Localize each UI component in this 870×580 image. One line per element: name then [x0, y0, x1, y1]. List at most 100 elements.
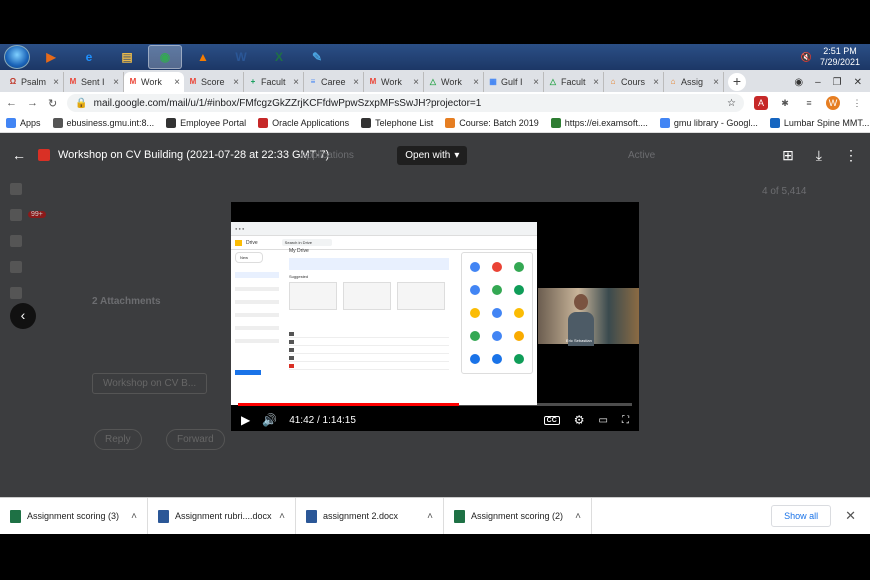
download-item[interactable]: Assignment scoring (2) ˄ — [444, 497, 592, 535]
browser-tab[interactable]: △ Work × — [424, 72, 484, 92]
bookmark-item[interactable]: https://ei.examsoft.... — [550, 118, 648, 128]
profile-avatar[interactable]: W — [826, 96, 840, 110]
taskbar-word-icon[interactable]: W — [224, 45, 258, 69]
bookmark-item[interactable]: Telephone List — [361, 118, 433, 128]
browser-tab[interactable]: M Score × — [184, 72, 244, 92]
taskbar-file-explorer-icon[interactable]: ▤ — [110, 45, 144, 69]
browser-tab[interactable]: M Work × — [364, 72, 424, 92]
tab-close-icon[interactable]: × — [473, 77, 479, 88]
tab-close-icon[interactable]: × — [533, 77, 539, 88]
miniplayer-icon[interactable]: ▭ — [599, 415, 608, 426]
browser-tab[interactable]: ▦ Gulf I × — [484, 72, 544, 92]
browser-tab[interactable]: + Facult × — [244, 72, 304, 92]
bookmark-item[interactable]: gmu library - Googl... — [659, 118, 758, 128]
browser-tab[interactable]: Ω Psalm × — [4, 72, 64, 92]
bookmark-label: Employee Portal — [180, 118, 247, 128]
show-all-button[interactable]: Show all — [771, 505, 832, 527]
minimize-icon[interactable]: – — [815, 77, 821, 88]
taskbar-chrome-icon[interactable]: ◉ — [148, 45, 182, 69]
captions-icon[interactable]: CC — [543, 415, 560, 425]
taskbar-vlc-icon[interactable]: ▲ — [186, 45, 220, 69]
google-apps-grid — [461, 252, 533, 374]
taskbar-excel-icon[interactable]: X — [262, 45, 296, 69]
tab-close-icon[interactable]: × — [53, 77, 59, 88]
bookmark-favicon-icon — [166, 118, 177, 128]
forward-icon[interactable]: → — [27, 97, 38, 109]
download-options-icon[interactable]: ˄ — [131, 511, 137, 522]
browser-tab[interactable]: ⌂ Cours × — [604, 72, 664, 92]
extensions-icon[interactable]: ✱ — [778, 96, 792, 110]
xlsx-file-icon — [454, 509, 465, 523]
video-progress-bar[interactable] — [238, 403, 632, 406]
download-options-icon[interactable]: ˄ — [575, 511, 581, 522]
playlist-icon[interactable]: ≡ — [802, 96, 816, 110]
download-options-icon[interactable]: ˄ — [279, 511, 285, 522]
bookmark-item[interactable]: Apps — [6, 118, 41, 128]
tab-close-icon[interactable]: × — [293, 77, 299, 88]
browser-tab[interactable]: M Sent I × — [64, 72, 124, 92]
download-options-icon[interactable]: ˄ — [427, 511, 433, 522]
browser-tab[interactable]: ≡ Caree × — [304, 72, 364, 92]
tab-close-icon[interactable]: × — [413, 77, 419, 88]
bookmarks-bar: Apps ebusiness.gmu.int:8... Employee Porta… — [0, 114, 870, 133]
tab-close-icon[interactable]: × — [653, 77, 659, 88]
bookmark-item[interactable]: ebusiness.gmu.int:8... — [52, 118, 154, 128]
fullscreen-icon[interactable]: ⛶ — [622, 415, 629, 426]
download-item[interactable]: assignment 2.docx ˄ — [296, 497, 444, 535]
video-player[interactable]: ● ● ● Drive Search in Drive New My Drive… — [231, 202, 639, 431]
previous-attachment-button[interactable]: ‹ — [10, 303, 36, 329]
tab-close-icon[interactable]: × — [353, 77, 359, 88]
start-button[interactable] — [4, 45, 30, 69]
tab-close-icon[interactable]: × — [113, 77, 119, 88]
download-icon[interactable]: ⤓ — [816, 147, 822, 164]
close-window-icon[interactable]: ✕ — [854, 77, 862, 88]
tab-search-icon[interactable]: ◉ — [794, 77, 803, 88]
pdf-extension-icon[interactable]: A — [754, 96, 768, 110]
new-tab-button[interactable]: + — [728, 73, 746, 91]
bookmark-item[interactable]: Lumbar Spine MMT... — [769, 118, 869, 128]
back-icon[interactable]: ← — [6, 97, 17, 109]
volume-muted-icon[interactable]: 🔇 — [801, 52, 812, 63]
viewer-title: Workshop on CV Building (2021-07-28 at 2… — [58, 149, 330, 161]
drive-sidebar: New — [231, 248, 283, 398]
system-tray: 🔇 2:51 PM 7/29/2021 — [801, 46, 870, 68]
bookmark-favicon-icon — [659, 118, 670, 128]
more-options-icon[interactable]: ⋮ — [844, 147, 858, 164]
restore-icon[interactable]: ❐ — [833, 77, 842, 88]
bookmark-item[interactable]: Oracle Applications — [258, 118, 349, 128]
download-item[interactable]: Assignment rubri....docx ˄ — [148, 497, 296, 535]
play-icon[interactable]: ▶ — [241, 413, 250, 427]
drive-search: Search in Drive — [281, 239, 333, 246]
add-to-drive-icon[interactable]: ⊞ — [782, 147, 794, 164]
browser-tab[interactable]: M Work × — [124, 72, 184, 92]
close-viewer-icon[interactable]: ← — [12, 147, 26, 163]
tab-close-icon[interactable]: × — [713, 77, 719, 88]
bookmark-star-icon[interactable]: ☆ — [727, 98, 736, 109]
bookmark-item[interactable]: Employee Portal — [166, 118, 246, 128]
taskbar-internet-explorer-icon[interactable]: e — [72, 45, 106, 69]
browser-tab[interactable]: △ Facult × — [544, 72, 604, 92]
presenter-webcam: Eric Sebastian — [538, 288, 639, 346]
tab-favicon-icon: △ — [429, 77, 437, 86]
tab-close-icon[interactable]: × — [593, 77, 599, 88]
open-with-button[interactable]: Open with ▾ — [397, 145, 468, 165]
tab-favicon-icon: ≡ — [310, 77, 316, 86]
volume-icon[interactable]: 🔊 — [262, 413, 277, 427]
reload-icon[interactable]: ↻ — [48, 97, 57, 110]
clock[interactable]: 2:51 PM 7/29/2021 — [820, 46, 860, 68]
tab-close-icon[interactable]: × — [233, 77, 239, 88]
bookmark-item[interactable]: Course: Batch 2019 — [445, 118, 539, 128]
tab-close-icon[interactable]: × — [174, 77, 180, 88]
menu-icon[interactable]: ⋮ — [850, 96, 864, 110]
taskbar-paint-icon[interactable]: ✎ — [300, 45, 334, 69]
omnibox[interactable]: 🔒 mail.google.com/mail/u/1/#inbox/FMfcgz… — [67, 94, 744, 112]
close-downloads-icon[interactable]: ✕ — [845, 508, 856, 524]
url-text: mail.google.com/mail/u/1/#inbox/FMfcgzGk… — [93, 97, 482, 109]
bookmark-favicon-icon — [6, 118, 16, 128]
browser-tab[interactable]: ⌂ Assig × — [664, 72, 724, 92]
settings-icon[interactable]: ⚙ — [574, 413, 585, 427]
download-item[interactable]: Assignment scoring (3) ˄ — [0, 497, 148, 535]
taskbar-media-player-icon[interactable]: ▶ — [34, 45, 68, 69]
bookmark-favicon-icon — [769, 118, 780, 128]
tab-label: Work — [441, 77, 462, 87]
